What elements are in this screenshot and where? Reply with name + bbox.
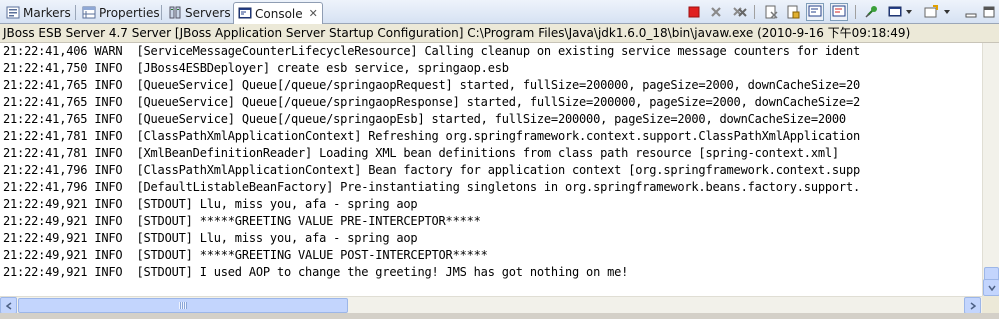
vertical-scrollbar[interactable] (982, 43, 999, 296)
console-line: 21:22:41,750 INFO [JBoss4ESBDeployer] cr… (3, 61, 509, 75)
console-line: 21:22:41,406 WARN [ServiceMessageCounter… (3, 44, 861, 58)
toolbar-separator (855, 5, 856, 19)
console-line: 21:22:49,921 INFO [STDOUT] *****GREETING… (3, 214, 481, 228)
tab-label: Console (255, 6, 303, 21)
tab-label: Properties (99, 5, 160, 20)
markers-icon (6, 6, 20, 19)
console-line: 21:22:41,796 INFO [ClassPathXmlApplicati… (3, 163, 861, 177)
console-line: 21:22:49,921 INFO [STDOUT] *****GREETING… (3, 248, 488, 262)
console-line: 21:22:41,781 INFO [XmlBeanDefinitionRead… (3, 146, 839, 160)
show-console-on-stderr-icon[interactable] (830, 3, 848, 21)
console-output[interactable]: 21:22:41,406 WARN [ServiceMessageCounter… (0, 43, 982, 296)
view-tab-bar: Markers Properties Servers Console ✕ (0, 0, 999, 24)
show-console-on-stdout-icon[interactable] (806, 3, 824, 21)
tab-divider (75, 5, 76, 20)
console-line: 21:22:41,765 INFO [QueueService] Queue[/… (3, 112, 846, 126)
properties-icon (82, 6, 96, 19)
terminate-icon[interactable] (685, 3, 703, 21)
scroll-lock-icon[interactable] (784, 3, 802, 21)
console-line: 21:22:41,765 INFO [QueueService] Queue[/… (3, 78, 861, 92)
remove-all-terminated-icon[interactable] (731, 3, 749, 21)
tab-servers[interactable]: Servers (164, 2, 235, 23)
tab-console[interactable]: Console ✕ (233, 2, 323, 24)
tab-label: Servers (185, 5, 231, 20)
window-bottom-edge (0, 313, 999, 319)
console-icon (238, 7, 252, 20)
servers-icon (168, 6, 182, 19)
chevron-down-icon[interactable] (942, 3, 952, 21)
open-console-icon[interactable] (922, 3, 940, 21)
scrollbar-thumb[interactable] (18, 298, 348, 313)
tab-properties[interactable]: Properties (78, 2, 164, 23)
console-line: 21:22:49,921 INFO [STDOUT] Llu, miss you… (3, 197, 418, 211)
minimize-icon[interactable] (962, 3, 980, 21)
scrollbar-corner (982, 296, 999, 313)
console-line: 21:22:49,921 INFO [STDOUT] I used AOP to… (3, 265, 629, 279)
console-line: 21:22:41,796 INFO [DefaultListableBeanFa… (3, 180, 861, 194)
console-line: 21:22:41,765 INFO [QueueService] Queue[/… (3, 95, 861, 109)
horizontal-scrollbar[interactable] (0, 296, 982, 314)
close-icon[interactable]: ✕ (309, 7, 318, 20)
grip-icon (179, 302, 187, 309)
tab-label: Markers (23, 5, 71, 20)
display-selected-console-icon[interactable] (886, 3, 904, 21)
tab-markers[interactable]: Markers (2, 2, 75, 23)
remove-launch-icon[interactable] (707, 3, 725, 21)
chevron-down-icon[interactable] (904, 3, 914, 21)
scroll-down-button[interactable] (983, 279, 999, 296)
console-line: 21:22:49,921 INFO [STDOUT] Llu, miss you… (3, 231, 418, 245)
scroll-left-button[interactable] (0, 297, 17, 314)
toolbar-separator (754, 5, 755, 19)
console-title: JBoss ESB Server 4.7 Server [JBoss Appli… (0, 24, 999, 43)
tab-divider (161, 5, 162, 20)
pin-console-icon[interactable] (862, 3, 880, 21)
maximize-icon[interactable] (980, 3, 998, 21)
scroll-right-button[interactable] (964, 297, 981, 314)
console-line: 21:22:41,781 INFO [ClassPathXmlApplicati… (3, 129, 861, 143)
clear-console-icon[interactable] (762, 3, 780, 21)
